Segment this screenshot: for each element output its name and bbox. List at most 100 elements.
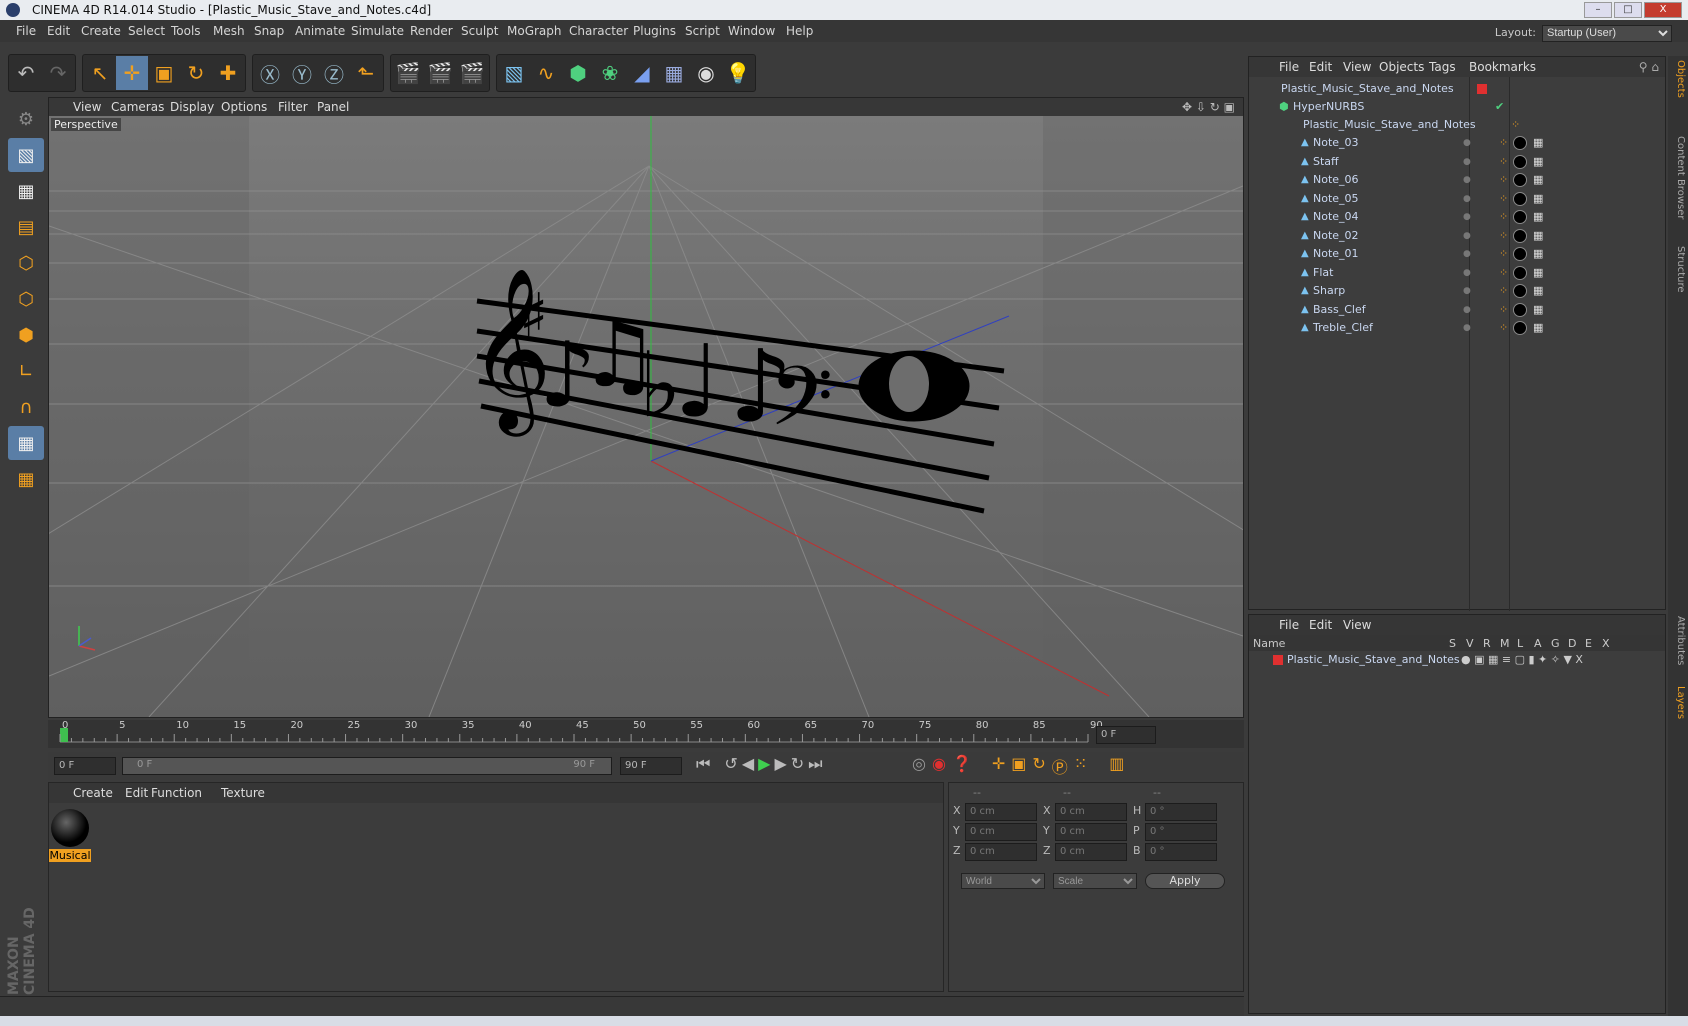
visibility-dot-icon[interactable]: ● [1463, 133, 1471, 153]
menu-select[interactable]: Select [128, 20, 165, 42]
light-icon[interactable]: 💡 [722, 56, 754, 90]
object-row-child[interactable]: ▲ Note_05 ● ⁘ ▦ [1249, 189, 1665, 209]
autokey-icon[interactable]: ❓ [952, 754, 972, 778]
material-tag-icon[interactable] [1513, 173, 1527, 187]
obj-search-icon[interactable]: ⚲ ⌂ [1639, 57, 1659, 77]
tab-attributes[interactable]: Attributes [1670, 616, 1686, 665]
enabled-check-icon[interactable]: ✔ [1495, 97, 1504, 117]
coord-system-select[interactable]: World [961, 873, 1045, 889]
frame-range-slider[interactable]: 0 F 90 F [122, 757, 612, 775]
coord-value-field[interactable]: 0 cm [965, 843, 1037, 861]
go-to-start-icon[interactable]: ⏮ [696, 754, 710, 774]
next-key-icon[interactable]: ↻ [791, 754, 804, 774]
undo-icon[interactable]: ↶ [10, 56, 42, 90]
menu-render[interactable]: Render [410, 20, 453, 42]
visibility-dot-icon[interactable]: ● [1463, 152, 1471, 172]
z-axis-icon[interactable]: Ⓩ [318, 56, 350, 90]
uvw-tag-icon[interactable]: ▦ [1533, 152, 1543, 172]
go-to-end-icon[interactable]: ⏭ [808, 754, 822, 774]
menu-window[interactable]: Window [728, 20, 775, 42]
phong-tag-icon[interactable]: ⁘ [1499, 263, 1508, 283]
redo-icon[interactable]: ↷ [42, 56, 74, 90]
play-icon[interactable]: ▶ [758, 754, 770, 774]
axis-mode-icon[interactable]: ∟ [8, 354, 44, 388]
array-icon[interactable]: ❀ [594, 56, 626, 90]
uvw-tag-icon[interactable]: ▦ [1533, 244, 1543, 264]
texture-mode-icon[interactable]: ▦ [8, 174, 44, 208]
previous-frame-icon[interactable]: ◀ [742, 754, 754, 774]
viewport-canvas[interactable]: 𝄞 ♯ ♪ ♫ ♭ ♩ ♪ 𝄢 Perspective [49, 116, 1243, 717]
points-mode-icon[interactable]: ⬡ [8, 246, 44, 280]
vp-menu-cameras[interactable]: Cameras [111, 98, 164, 116]
vp-menu-display[interactable]: Display [170, 98, 214, 116]
obj-menu-file[interactable]: File [1279, 57, 1299, 77]
visibility-dot-icon[interactable]: ● [1463, 244, 1471, 264]
object-row-child[interactable]: ▲ Sharp ● ⁘ ▦ [1249, 281, 1665, 301]
y-axis-icon[interactable]: Ⓨ [286, 56, 318, 90]
object-row-group[interactable]: Plastic_Music_Stave_and_Notes ⁘ [1249, 115, 1665, 135]
next-frame-icon[interactable]: ▶ [774, 754, 786, 774]
key-param-icon[interactable]: Ⓟ [1052, 754, 1068, 778]
maximize-button[interactable]: □ [1614, 2, 1642, 18]
spline-icon[interactable]: ∿ [530, 56, 562, 90]
mat-menu-create[interactable]: Create [73, 783, 113, 803]
timeline-ruler[interactable]: 051015202530354045505560657075808590 0 F [48, 720, 1244, 748]
layer-menu-file[interactable]: File [1279, 615, 1299, 635]
move-icon[interactable]: ✛ [116, 56, 148, 90]
key-scale-icon[interactable]: ▣ [1011, 754, 1026, 778]
coord-value-field[interactable]: 0 cm [965, 803, 1037, 821]
rotate-icon[interactable]: ↻ [180, 56, 212, 90]
visibility-dot-icon[interactable]: ● [1463, 281, 1471, 301]
object-row-child[interactable]: ▲ Note_03 ● ⁘ ▦ [1249, 133, 1665, 153]
workplane-mode-icon[interactable]: ▤ [8, 210, 44, 244]
coord-value-field[interactable]: 0 cm [1055, 843, 1127, 861]
material-tag-icon[interactable] [1513, 136, 1527, 150]
cube-icon[interactable]: ▧ [498, 56, 530, 90]
obj-menu-objects[interactable]: Objects [1379, 57, 1424, 77]
object-row-root[interactable]: Plastic_Music_Stave_and_Notes [1249, 79, 1665, 99]
obj-menu-edit[interactable]: Edit [1309, 57, 1332, 77]
phong-tag-icon[interactable]: ⁘ [1499, 170, 1508, 190]
render-picture-viewer-icon[interactable]: 🎬 [424, 56, 456, 90]
object-row-child[interactable]: ▲ Note_06 ● ⁘ ▦ [1249, 170, 1665, 190]
key-position-icon[interactable]: ✛ [992, 754, 1005, 778]
mat-menu-function[interactable]: Function [151, 783, 202, 803]
vp-menu-panel[interactable]: Panel [317, 98, 349, 116]
phong-tag-icon[interactable]: ⁘ [1499, 133, 1508, 153]
start-frame-field[interactable]: 0 F [54, 757, 116, 775]
add-icon[interactable]: ✚ [212, 56, 244, 90]
tab-layers[interactable]: Layers [1670, 686, 1686, 719]
camera-icon[interactable]: ◉ [690, 56, 722, 90]
viewport-nav-icons[interactable]: ✥ ⇩ ↻ ▣ [1182, 98, 1235, 116]
object-row-child[interactable]: ▲ Bass_Clef ● ⁘ ▦ [1249, 300, 1665, 320]
object-row-child[interactable]: ▲ Staff ● ⁘ ▦ [1249, 152, 1665, 172]
object-row-child[interactable]: ▲ Treble_Clef ● ⁘ ▦ [1249, 318, 1665, 338]
tab-content-browser[interactable]: Content Browser [1670, 136, 1686, 219]
menu-file[interactable]: File [16, 20, 36, 42]
uvw-tag-icon[interactable]: ▦ [1533, 318, 1543, 338]
obj-menu-bookmarks[interactable]: Bookmarks [1469, 57, 1536, 77]
vp-menu-options[interactable]: Options [221, 98, 267, 116]
material-tag-icon[interactable] [1513, 154, 1527, 169]
coord-value-field[interactable]: 0 ° [1145, 803, 1217, 821]
uvw-tag-icon[interactable]: ▦ [1533, 170, 1543, 190]
uvw-tag-icon[interactable]: ▦ [1533, 263, 1543, 283]
apply-button[interactable]: Apply [1145, 873, 1225, 889]
visibility-dot-icon[interactable]: ● [1463, 170, 1471, 190]
menu-create[interactable]: Create [81, 20, 121, 42]
phong-tag-icon[interactable]: ⁘ [1499, 226, 1508, 246]
obj-menu-view[interactable]: View [1343, 57, 1371, 77]
coordinate-system-icon[interactable]: ⬑ [350, 56, 382, 90]
visibility-dot-icon[interactable]: ● [1463, 263, 1471, 283]
phong-tag-icon[interactable]: ⁘ [1499, 244, 1508, 264]
menu-snap[interactable]: Snap [254, 20, 284, 42]
visibility-dot-icon[interactable]: ● [1463, 226, 1471, 246]
menu-script[interactable]: Script [685, 20, 720, 42]
layer-menu-edit[interactable]: Edit [1309, 615, 1332, 635]
key-pla-icon[interactable]: ⁙ [1074, 754, 1087, 778]
edges-mode-icon[interactable]: ⬡ [8, 282, 44, 316]
coord-value-field[interactable]: 0 ° [1145, 823, 1217, 841]
vp-menu-filter[interactable]: Filter [278, 98, 308, 116]
model-mode-icon[interactable]: ▧ [8, 138, 44, 172]
material-tag-icon[interactable] [1513, 302, 1527, 317]
